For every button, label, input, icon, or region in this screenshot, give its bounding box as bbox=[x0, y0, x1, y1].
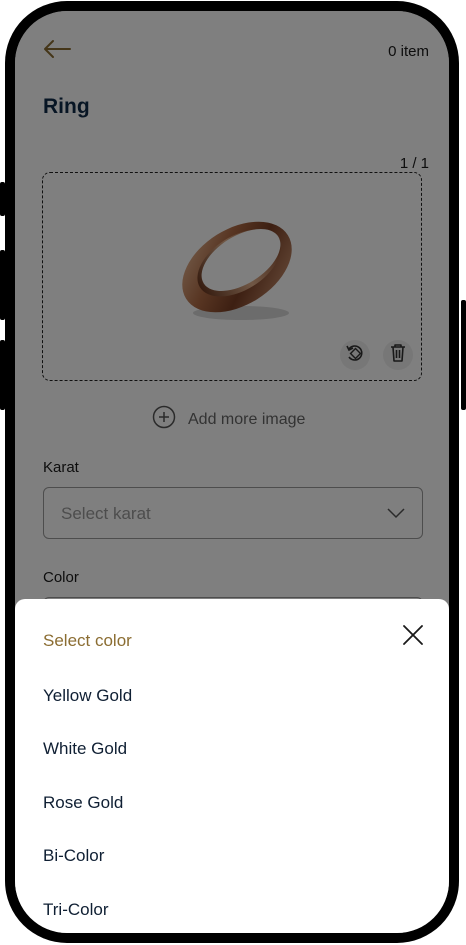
color-option-yellow-gold[interactable]: Yellow Gold bbox=[43, 686, 132, 706]
power-button bbox=[461, 300, 466, 410]
color-option-rose-gold[interactable]: Rose Gold bbox=[43, 793, 123, 813]
close-sheet-button[interactable] bbox=[397, 621, 429, 653]
color-option-tri-color[interactable]: Tri-Color bbox=[43, 900, 108, 920]
phone-screen: 0 item Ring 1 / 1 bbox=[15, 11, 449, 933]
sheet-title: Select color bbox=[43, 631, 132, 650]
color-bottom-sheet: Select color Yellow Gold White Gold Rose… bbox=[15, 599, 449, 933]
color-option-white-gold[interactable]: White Gold bbox=[43, 739, 127, 759]
color-option-bi-color[interactable]: Bi-Color bbox=[43, 846, 104, 866]
close-icon bbox=[402, 624, 424, 651]
phone-frame: 0 item Ring 1 / 1 bbox=[5, 1, 459, 943]
